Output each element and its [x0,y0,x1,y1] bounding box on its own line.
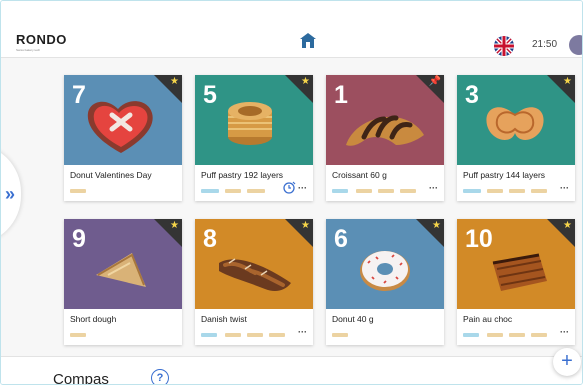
app-window: RONDO Swiss bakery tech 21:50 » 7 ★ Donu… [0,0,583,385]
program-bars [332,187,440,197]
program-bar [70,333,86,337]
program-bars [463,331,571,341]
star-icon[interactable]: ★ [563,220,572,231]
product-card[interactable]: 6 ★ Donut 40 g [326,219,444,345]
product-name: Danish twist [201,314,247,324]
program-bars [332,331,440,341]
star-icon[interactable]: ★ [432,220,441,231]
program-bar [531,333,547,337]
product-card[interactable]: 8 ★ Danish twist ··· [195,219,313,345]
product-name: Pain au choc [463,314,513,324]
bottom-bar: Compas ? [1,356,582,385]
program-bar [463,333,479,337]
program-bar [70,189,86,193]
sidebar-toggle-button[interactable]: » [1,144,21,244]
product-card[interactable]: 1 📌 Croissant 60 g ··· [326,75,444,201]
product-name: Donut Valentines Day [70,170,152,180]
logo: RONDO Swiss bakery tech [16,31,67,52]
product-name: Puff pastry 192 layers [201,170,284,180]
product-name: Puff pastry 144 layers [463,170,546,180]
product-card[interactable]: 7 ★ Donut Valentines Day [64,75,182,201]
product-name: Croissant 60 g [332,170,387,180]
product-number: 10 [465,225,493,253]
product-number: 6 [334,225,348,253]
product-card[interactable]: 10 ★ Pain au choc ··· [457,219,575,345]
timer-icon[interactable] [282,181,296,194]
product-name: Donut 40 g [332,314,374,324]
program-bar [201,333,217,337]
more-options-button[interactable]: ··· [298,183,307,193]
product-card[interactable]: 5 ★ Puff pastry 192 layers ··· [195,75,313,201]
star-icon[interactable]: ★ [301,220,310,231]
program-bar [509,189,525,193]
help-icon[interactable]: ? [151,369,169,384]
program-bar [201,189,219,193]
home-icon[interactable] [300,33,316,48]
star-icon[interactable]: ★ [170,76,179,87]
program-bar [247,189,265,193]
product-name: Short dough [70,314,117,324]
program-bars [463,187,571,197]
more-options-button[interactable]: ··· [429,183,438,193]
program-bar [332,189,348,193]
program-bar [225,189,241,193]
program-bar [247,333,263,337]
program-bar [400,189,416,193]
product-number: 5 [203,81,217,109]
star-icon[interactable]: ★ [563,76,572,87]
program-bars [70,187,178,197]
product-number: 9 [72,225,86,253]
program-bar [356,189,372,193]
top-bar: RONDO Swiss bakery tech 21:50 [1,1,582,58]
program-group-title: Compas [53,371,109,385]
star-icon[interactable]: ★ [170,220,179,231]
program-bar [225,333,241,337]
program-bar [487,189,503,193]
program-bar [463,189,481,193]
program-bar [487,333,503,337]
pin-icon[interactable]: 📌 [429,76,441,87]
product-number: 8 [203,225,217,253]
more-options-button[interactable]: ··· [560,327,569,337]
more-options-button[interactable]: ··· [560,183,569,193]
clock-text: 21:50 [532,39,558,50]
program-bar [269,333,285,337]
program-bar [332,333,348,337]
product-card[interactable]: 9 ★ Short dough [64,219,182,345]
product-number: 3 [465,81,479,109]
logo-text: RONDO [16,32,67,47]
uk-flag-icon[interactable] [494,36,514,56]
program-bar [378,189,394,193]
program-bars [201,331,309,341]
user-avatar[interactable] [569,35,582,55]
logo-subtext: Swiss bakery tech [16,48,41,52]
program-bars [70,331,178,341]
more-options-button[interactable]: ··· [298,327,307,337]
product-number: 7 [72,81,86,109]
star-icon[interactable]: ★ [301,76,310,87]
program-bar [509,333,525,337]
double-chevron-right-icon: » [4,183,15,204]
add-button[interactable]: + [553,348,581,376]
product-number: 1 [334,81,348,109]
program-bar [531,189,547,193]
product-card[interactable]: 3 ★ Puff pastry 144 layers ··· [457,75,575,201]
